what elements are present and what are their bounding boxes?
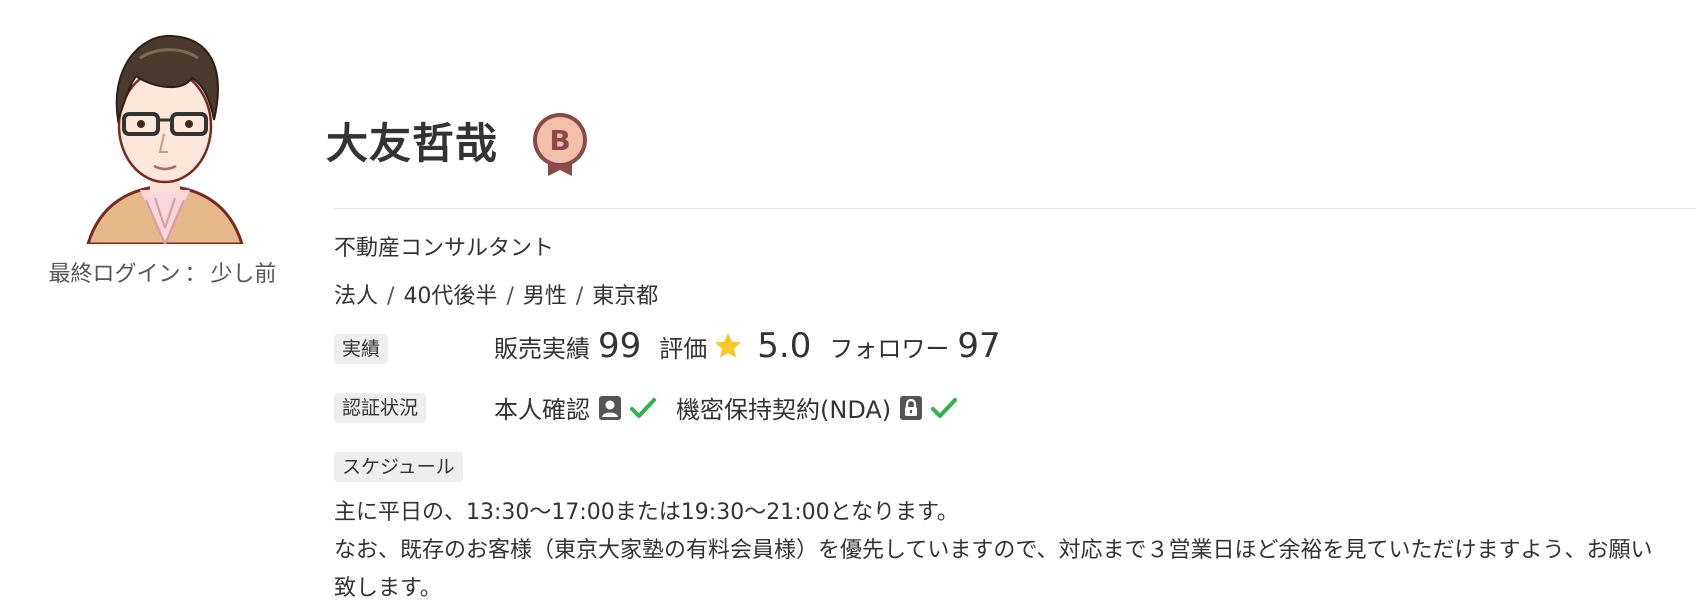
followers-value: 97 [957, 326, 1001, 366]
schedule-line-1: 主に平日の、13:30〜17:00または19:30〜21:00となります。 [334, 500, 959, 525]
followers-label: フォロワー [829, 335, 950, 363]
attribute-type: 法人 [334, 284, 379, 309]
sales-value: 99 [598, 326, 642, 366]
occupation: 不動産コンサルタント [334, 236, 555, 261]
attribute-gender: 男性 [522, 284, 567, 309]
last-login-value: 少し前 [210, 262, 277, 287]
star-icon [715, 333, 742, 358]
id-card-icon [599, 395, 621, 420]
checkmark-icon [931, 397, 958, 418]
checkmark-icon [630, 397, 656, 418]
badge-letter: B [549, 124, 570, 157]
attribute-separator: / [387, 284, 395, 309]
achievements-row: 販売実績 99 評価 5.0 フォロワー 97 [494, 326, 1019, 366]
last-login-separator: ： [184, 262, 207, 287]
avatar [80, 28, 250, 244]
profile-page: 最終ログイン：少し前 大友哲哉 B 不動産コンサルタント 法人 / 40代後半 / 男性… [0, 0, 1696, 611]
profile-attributes: 法人 / 40代後半 / 男性 / 東京都 [334, 278, 658, 310]
schedule-text: 主に平日の、13:30〜17:00または19:30〜21:00となります。 なお… [334, 494, 1664, 608]
last-login: 最終ログイン：少し前 [30, 256, 295, 288]
certification-row: 本人確認 機密保持契約(NDA) [494, 390, 977, 425]
rating-label: 評価 [659, 335, 708, 363]
nda-label: 機密保持契約(NDA) [676, 396, 892, 424]
certification-tag: 認証状況 [334, 393, 427, 423]
attribute-separator: / [575, 284, 584, 309]
attribute-age: 40代後半 [403, 284, 498, 309]
achievements-tag: 実績 [334, 334, 389, 364]
rank-badge-icon: B [530, 110, 590, 178]
user-avatar-illustration [86, 34, 244, 244]
sales-label: 販売実績 [494, 335, 590, 363]
lock-icon [900, 395, 923, 420]
header-divider [334, 208, 1696, 209]
attribute-location: 東京都 [592, 284, 659, 309]
profile-name: 大友哲哉 [326, 119, 499, 168]
schedule-line-2: なお、既存のお客様（東京大家塾の有料会員様）を優先していますので、対応まで３営業… [334, 538, 1653, 601]
attribute-separator: / [506, 284, 514, 309]
last-login-label: 最終ログイン [48, 262, 181, 287]
rating-value: 5.0 [757, 326, 812, 366]
schedule-tag: スケジュール [334, 452, 463, 482]
identity-label: 本人確認 [494, 396, 590, 424]
